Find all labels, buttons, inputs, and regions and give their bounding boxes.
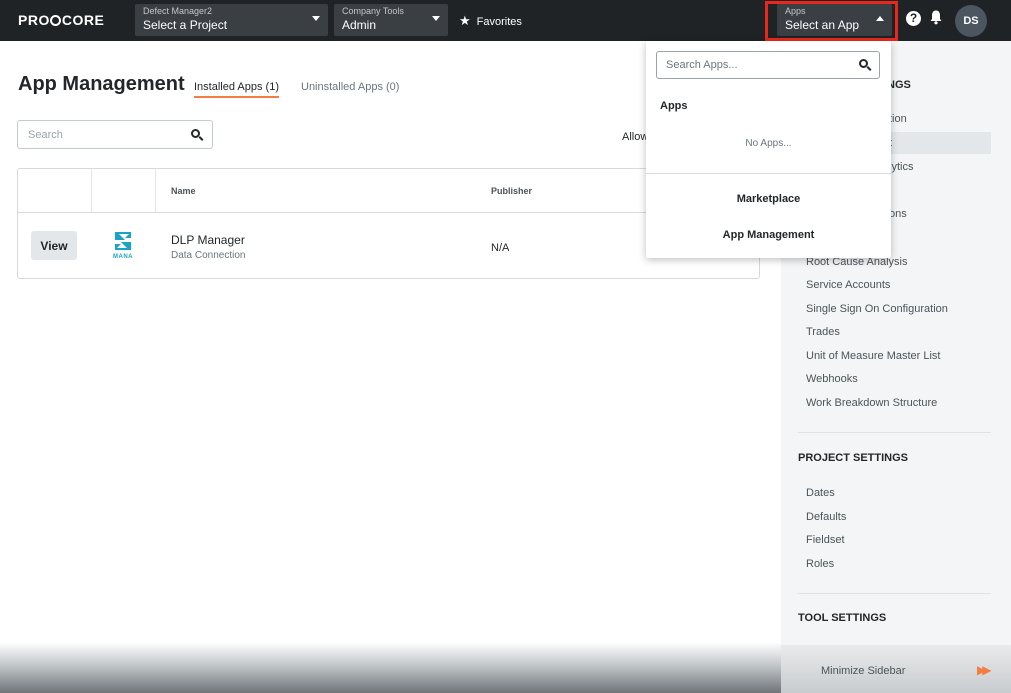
column-header-publisher[interactable]: Publisher — [491, 186, 532, 196]
sidebar-item-trades[interactable]: Trades — [806, 326, 840, 338]
top-navigation-bar: PRO CORE Defect Manager2 Select a Project… — [0, 0, 1011, 41]
apps-heading: Apps — [660, 100, 688, 112]
tools-selector[interactable]: Company Tools Admin — [334, 4, 448, 36]
column-divider — [91, 169, 92, 213]
tab-uninstalled-apps[interactable]: Uninstalled Apps (0) — [301, 81, 399, 93]
apps-search-box — [656, 51, 880, 79]
project-settings-title: PROJECT SETTINGS — [798, 452, 909, 464]
app-search-input[interactable] — [18, 121, 183, 148]
allow-label: Allow — [622, 131, 649, 143]
sidebar-item-partial[interactable]: tion — [889, 113, 907, 125]
apps-selector-highlight — [765, 1, 898, 41]
sidebar-item-partial[interactable]: ons — [889, 208, 907, 220]
search-icon[interactable] — [859, 59, 868, 68]
column-header-name[interactable]: Name — [171, 186, 196, 196]
sidebar-item-unit-of-measure[interactable]: Unit of Measure Master List — [806, 350, 941, 362]
sidebar-item-defaults[interactable]: Defaults — [806, 511, 846, 523]
caret-down-icon — [312, 16, 320, 21]
app-management-link[interactable]: App Management — [646, 229, 891, 241]
sidebar-item-fieldset[interactable]: Fieldset — [806, 534, 845, 546]
sidebar-item-webhooks[interactable]: Webhooks — [806, 373, 858, 385]
sidebar-item-dates[interactable]: Dates — [806, 487, 835, 499]
tools-selector-value: Admin — [342, 18, 377, 32]
user-avatar[interactable]: DS — [955, 5, 987, 37]
minimize-sidebar-bar[interactable]: Minimize Sidebar ▶▶ — [781, 645, 1011, 693]
sidebar-item-work-breakdown-structure[interactable]: Work Breakdown Structure — [806, 397, 937, 409]
app-publisher: N/A — [491, 242, 510, 254]
favorites-link[interactable]: ★ Favorites — [459, 13, 522, 29]
procore-logo[interactable]: PRO CORE — [18, 12, 104, 28]
apps-dropdown-menu: Apps No Apps... Marketplace App Manageme… — [646, 41, 891, 258]
bottom-fade — [0, 642, 781, 693]
project-selector[interactable]: Defect Manager2 Select a Project — [135, 4, 328, 36]
tool-settings-title: TOOL SETTINGS — [798, 612, 887, 624]
app-type: Data Connection — [171, 250, 246, 261]
app-logo-text: MANA — [113, 254, 133, 260]
sidebar-divider — [798, 432, 991, 433]
search-icon[interactable] — [191, 129, 200, 138]
sidebar-item-partial[interactable]: lytics — [889, 161, 913, 173]
marketplace-link[interactable]: Marketplace — [646, 193, 891, 205]
logo-ring-icon — [50, 15, 62, 26]
tools-selector-label: Company Tools — [342, 6, 404, 16]
page-title: App Management — [18, 73, 185, 95]
dropdown-divider — [646, 173, 891, 174]
apps-search-input[interactable] — [657, 52, 847, 78]
sidebar-item-roles[interactable]: Roles — [806, 558, 834, 570]
star-icon: ★ — [459, 13, 471, 28]
view-button[interactable]: View — [31, 231, 77, 260]
project-selector-label: Defect Manager2 — [143, 6, 213, 16]
app-name: DLP Manager — [171, 233, 245, 247]
minimize-sidebar-label: Minimize Sidebar — [821, 665, 906, 677]
favorites-label: Favorites — [476, 16, 522, 28]
tab-installed-apps[interactable]: Installed Apps (1) — [194, 81, 279, 98]
app-search-box — [17, 120, 213, 149]
no-apps-message: No Apps... — [745, 138, 792, 149]
help-icon[interactable]: ? — [906, 11, 921, 26]
sidebar-divider — [798, 593, 991, 594]
double-chevron-right-icon[interactable]: ▶▶ — [977, 663, 992, 677]
sidebar-item-single-sign-on[interactable]: Single Sign On Configuration — [806, 303, 948, 315]
dlp-manager-logo: MANA — [104, 228, 142, 266]
project-selector-value: Select a Project — [143, 18, 228, 32]
sidebar-item-service-accounts[interactable]: Service Accounts — [806, 279, 890, 291]
bell-icon[interactable] — [930, 10, 942, 30]
caret-down-icon — [432, 16, 440, 21]
column-divider — [155, 169, 156, 213]
